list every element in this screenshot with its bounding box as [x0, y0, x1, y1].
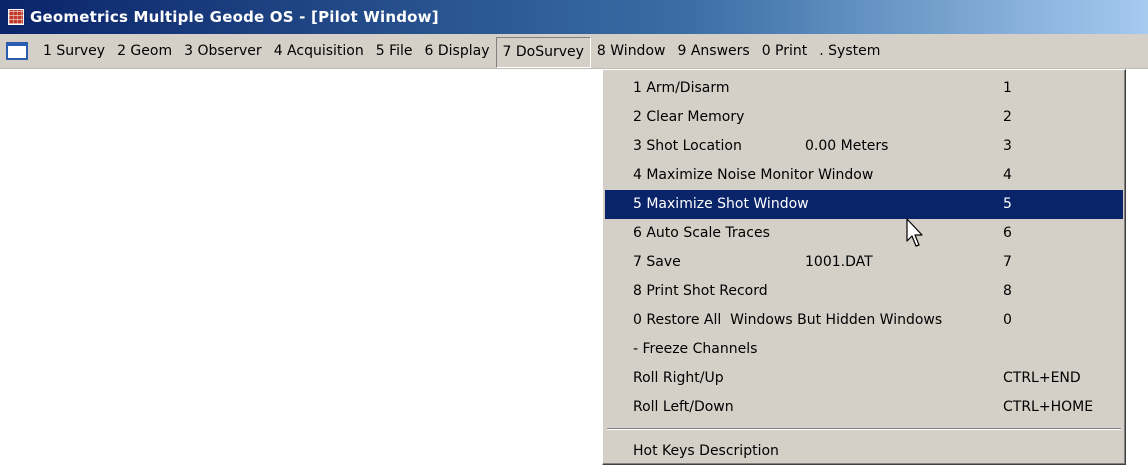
save-filename-value: 1001.DAT	[805, 254, 873, 270]
menu-item-save[interactable]: 7 Save 1001.DAT 7	[605, 248, 1123, 277]
menu-answers[interactable]: 9 Answers	[671, 34, 755, 69]
menu-acquisition[interactable]: 4 Acquisition	[268, 34, 370, 69]
menu-item-shortcut: 0	[1003, 312, 1012, 328]
menu-item-maximize-shot-window[interactable]: 5 Maximize Shot Window 5	[605, 190, 1123, 219]
menu-bar: 1 Survey 2 Geom 3 Observer 4 Acquisition…	[0, 34, 1148, 69]
document-window-icon[interactable]	[6, 42, 28, 60]
menu-item-auto-scale-traces[interactable]: 6 Auto Scale Traces 6	[605, 219, 1123, 248]
menu-display[interactable]: 6 Display	[419, 34, 496, 69]
menu-item-label: Roll Left/Down	[633, 399, 734, 415]
menu-item-label: - Freeze Channels	[633, 341, 758, 357]
menu-item-shortcut: 8	[1003, 283, 1012, 299]
menu-item-shortcut: 7	[1003, 254, 1012, 270]
menu-system[interactable]: . System	[813, 34, 886, 69]
menu-item-maximize-noise-monitor[interactable]: 4 Maximize Noise Monitor Window 4	[605, 161, 1123, 190]
menu-item-print-shot-record[interactable]: 8 Print Shot Record 8	[605, 277, 1123, 306]
shot-location-value: 0.00 Meters	[805, 138, 889, 154]
menu-item-clear-memory[interactable]: 2 Clear Memory 2	[605, 103, 1123, 132]
menu-item-shortcut: 3	[1003, 138, 1012, 154]
menu-item-label: 2 Clear Memory	[633, 109, 745, 125]
dosurvey-dropdown-menu: 1 Arm/Disarm 1 2 Clear Memory 2 3 Shot L…	[602, 69, 1126, 465]
menu-item-shortcut: CTRL+END	[1003, 370, 1081, 386]
title-bar[interactable]: Geometrics Multiple Geode OS - [Pilot Wi…	[0, 0, 1148, 34]
menu-item-label: 7 Save	[633, 254, 681, 270]
menu-item-label: 4 Maximize Noise Monitor Window	[633, 167, 874, 183]
menu-item-label: Hot Keys Description	[633, 443, 779, 459]
menu-item-arm-disarm[interactable]: 1 Arm/Disarm 1	[605, 74, 1123, 103]
menu-item-roll-left-down[interactable]: Roll Left/Down CTRL+HOME	[605, 393, 1123, 422]
menu-item-shot-location[interactable]: 3 Shot Location 0.00 Meters 3	[605, 132, 1123, 161]
menu-item-restore-all-windows[interactable]: 0 Restore All Windows But Hidden Windows…	[605, 306, 1123, 335]
menu-item-shortcut: 4	[1003, 167, 1012, 183]
window-title: Geometrics Multiple Geode OS - [Pilot Wi…	[30, 8, 439, 26]
app-icon[interactable]	[8, 9, 24, 25]
menu-item-roll-right-up[interactable]: Roll Right/Up CTRL+END	[605, 364, 1123, 393]
menu-item-label: 8 Print Shot Record	[633, 283, 768, 299]
menu-item-label: 5 Maximize Shot Window	[633, 196, 809, 212]
menu-item-shortcut: CTRL+HOME	[1003, 399, 1094, 415]
menu-item-label: 1 Arm/Disarm	[633, 80, 730, 96]
menu-item-hot-keys-description[interactable]: Hot Keys Description	[605, 437, 1123, 466]
menu-item-label: Roll Right/Up	[633, 370, 724, 386]
menu-survey[interactable]: 1 Survey	[37, 34, 111, 69]
menu-item-shortcut: 2	[1003, 109, 1012, 125]
menu-item-shortcut: 1	[1003, 80, 1012, 96]
menu-item-label: 3 Shot Location	[633, 138, 742, 154]
menu-geom[interactable]: 2 Geom	[111, 34, 178, 69]
menu-dosurvey[interactable]: 7 DoSurvey	[495, 36, 591, 68]
menu-item-label: 6 Auto Scale Traces	[633, 225, 770, 241]
menu-item-freeze-channels[interactable]: - Freeze Channels	[605, 335, 1123, 364]
menu-observer[interactable]: 3 Observer	[178, 34, 268, 69]
menu-file[interactable]: 5 File	[370, 34, 419, 69]
menu-item-shortcut: 6	[1003, 225, 1012, 241]
menu-window[interactable]: 8 Window	[591, 34, 672, 69]
mouse-pointer-icon	[906, 218, 923, 247]
menu-item-shortcut: 5	[1003, 196, 1012, 212]
menu-print[interactable]: 0 Print	[756, 34, 814, 69]
menu-separator	[607, 428, 1121, 430]
menu-item-label: 0 Restore All Windows But Hidden Windows	[633, 312, 943, 328]
